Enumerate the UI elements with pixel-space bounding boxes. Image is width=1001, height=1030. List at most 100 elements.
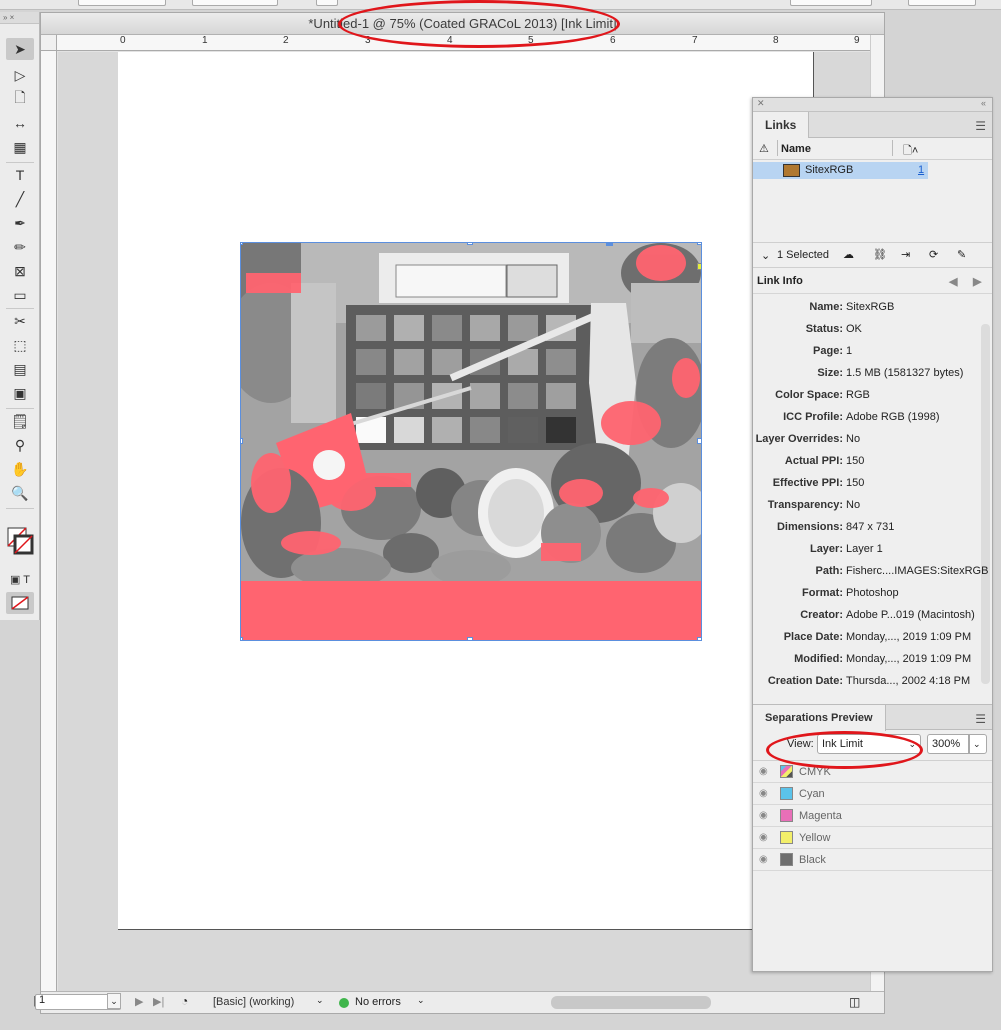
page-tool-icon[interactable]: 🗋 (6, 88, 34, 110)
split-window-icon[interactable]: ◫ (849, 995, 860, 1009)
type-tool-icon[interactable]: T (6, 164, 34, 186)
plate-swatch (780, 853, 793, 866)
plate-swatch (780, 831, 793, 844)
control-field[interactable] (790, 0, 872, 6)
link-page[interactable]: 1 (918, 164, 924, 176)
ink-limit-dropdown-icon[interactable]: ⌄ (969, 734, 987, 754)
panel-dock: ✕ « Links ☰ ⚠ Name 🗋˄ SitexRGB 1 ⌄ 1 Sel… (752, 97, 993, 972)
relink-icon[interactable]: ⛓ (873, 248, 887, 261)
link-info-row: Creation Date: Thursda..., 2002 4:18 PM (753, 670, 983, 692)
plate-row[interactable]: ◉ Yellow (753, 827, 992, 849)
hand-tool-icon[interactable]: ✋ (6, 458, 34, 480)
eye-icon[interactable]: ◉ (759, 810, 771, 822)
tab-links[interactable]: Links (753, 112, 810, 138)
preflight-profile[interactable]: [Basic] (working) (213, 996, 294, 1008)
separations-menu-icon[interactable]: ☰ (975, 712, 986, 726)
page-column-icon[interactable]: 🗋˄ (903, 142, 918, 161)
page-number-field[interactable]: 1 (39, 994, 45, 1006)
link-info-row: Effective PPI: 150 (753, 472, 983, 494)
content-collector-icon[interactable]: ▦ (6, 136, 34, 158)
ruler-origin[interactable] (41, 35, 57, 51)
open-document-icon[interactable]: ◔ (181, 994, 188, 1008)
gap-tool-icon[interactable]: ↔ (6, 112, 34, 134)
direct-selection-tool-icon[interactable]: ▷ (6, 64, 34, 86)
note-tool-icon[interactable]: 🗒 (6, 410, 34, 432)
last-page-icon[interactable]: ▶| (153, 995, 164, 1008)
ruler-number: 9 (854, 35, 860, 46)
horizontal-scrollbar-thumb[interactable] (551, 996, 711, 1009)
gradient-feather-tool-icon[interactable]: ▣ (6, 382, 34, 404)
collapse-info-icon[interactable]: ⌄ (761, 249, 770, 262)
link-info-row: ICC Profile: Adobe RGB (1998) (753, 406, 983, 428)
next-link-icon[interactable]: ▶ (973, 275, 981, 288)
collapse-panel-icon[interactable]: « (981, 98, 986, 108)
gradient-swatch-tool-icon[interactable]: ▤ (6, 358, 34, 380)
link-info-title: Link Info (757, 275, 803, 287)
ink-limit-field[interactable]: 300% (927, 734, 969, 754)
eyedropper-tool-icon[interactable]: ⚲ (6, 434, 34, 456)
goto-link-icon[interactable]: ⇥ (901, 248, 910, 261)
eye-icon[interactable]: ◉ (759, 766, 771, 778)
tools-panel-header[interactable]: » × (0, 12, 39, 24)
panel-menu-icon[interactable]: ☰ (975, 119, 986, 133)
control-field[interactable] (316, 0, 338, 6)
status-warning-icon[interactable]: ⚠ (759, 142, 769, 155)
page-dropdown-icon[interactable]: ⌄ (107, 993, 121, 1009)
link-info-row: Actual PPI: 150 (753, 450, 983, 472)
preflight-status[interactable]: No errors (355, 996, 401, 1008)
links-list: SitexRGB 1 (753, 160, 992, 242)
selection-tool-icon[interactable]: ➤ (6, 38, 34, 60)
placed-image-frame[interactable] (240, 242, 702, 641)
next-page-icon[interactable]: ▶ (135, 995, 143, 1008)
status-bar: |◀ 1 ⌄ ▶ ▶| ◔ [Basic] (working) ⌄ No err… (33, 991, 884, 1013)
zoom-tool-icon[interactable]: 🔍 (6, 482, 34, 504)
tab-separations-preview[interactable]: Separations Preview (753, 705, 886, 731)
eye-icon[interactable]: ◉ (759, 832, 771, 844)
link-info-value: 1.5 MB (1581327 bytes) (846, 367, 964, 379)
eye-icon[interactable]: ◉ (759, 854, 771, 866)
link-row[interactable]: SitexRGB 1 (753, 162, 928, 179)
link-info-value: No (846, 499, 861, 511)
vertical-ruler[interactable] (41, 51, 57, 991)
scissors-tool-icon[interactable]: ✂ (6, 310, 34, 332)
preflight-dropdown-icon[interactable]: ⌄ (417, 995, 425, 1006)
column-name[interactable]: Name (781, 143, 811, 155)
plate-name: Yellow (799, 832, 831, 844)
tools-panel: » × ➤ ▷ 🗋 ↔ ▦ T ╱ ✒ ✏ ⊠ ▭ ✂ ⬚ ▤ ▣ 🗒 ⚲ ✋ … (0, 12, 40, 620)
link-info-row: Transparency: No (753, 494, 983, 516)
link-info-label: Creator: (800, 609, 843, 621)
control-field[interactable] (908, 0, 976, 6)
link-info-header: Link Info ◀ ▶ (753, 268, 992, 294)
pen-tool-icon[interactable]: ✒ (6, 212, 34, 234)
control-field[interactable] (192, 0, 278, 6)
link-info-row: Creator: Adobe P...019 (Macintosh) (753, 604, 983, 626)
link-info-label: ICC Profile: (783, 411, 843, 423)
line-tool-icon[interactable]: ╱ (6, 188, 34, 210)
edit-original-icon[interactable]: ✎ (957, 248, 966, 261)
links-selection-bar: ⌄ 1 Selected ☁ ⛓ ⇥ ⟳ ✎ (753, 242, 992, 268)
cloud-icon[interactable]: ☁ (843, 248, 854, 261)
plate-row[interactable]: ◉ Cyan (753, 783, 992, 805)
panel-dock-header[interactable]: ✕ « (753, 98, 992, 112)
free-transform-tool-icon[interactable]: ⬚ (6, 334, 34, 356)
plate-row[interactable]: ◉ Black (753, 849, 992, 871)
control-field[interactable] (78, 0, 166, 6)
out-port-handle[interactable] (697, 263, 701, 270)
close-panel-icon[interactable]: ✕ (757, 98, 765, 109)
rectangle-tool-icon[interactable]: ▭ (6, 284, 34, 306)
update-link-icon[interactable]: ⟳ (929, 248, 938, 261)
rectangle-frame-tool-icon[interactable]: ⊠ (6, 260, 34, 282)
previous-link-icon[interactable]: ◀ (949, 275, 957, 288)
fill-stroke-icon[interactable] (6, 524, 34, 558)
view-annotation-ellipse (766, 731, 923, 769)
title-annotation-ellipse (338, 0, 620, 48)
link-info-value: Adobe P...019 (Macintosh) (846, 609, 975, 621)
profile-dropdown-icon[interactable]: ⌄ (316, 995, 324, 1006)
eye-icon[interactable]: ◉ (759, 788, 771, 800)
pencil-tool-icon[interactable]: ✏ (6, 236, 34, 258)
formatting-affects-container-icon[interactable]: ▣ T (6, 568, 34, 590)
link-info-label: Layer: (809, 543, 843, 555)
apply-none-icon[interactable] (6, 592, 34, 614)
content-grabber-handle[interactable] (606, 243, 613, 246)
plate-row[interactable]: ◉ Magenta (753, 805, 992, 827)
